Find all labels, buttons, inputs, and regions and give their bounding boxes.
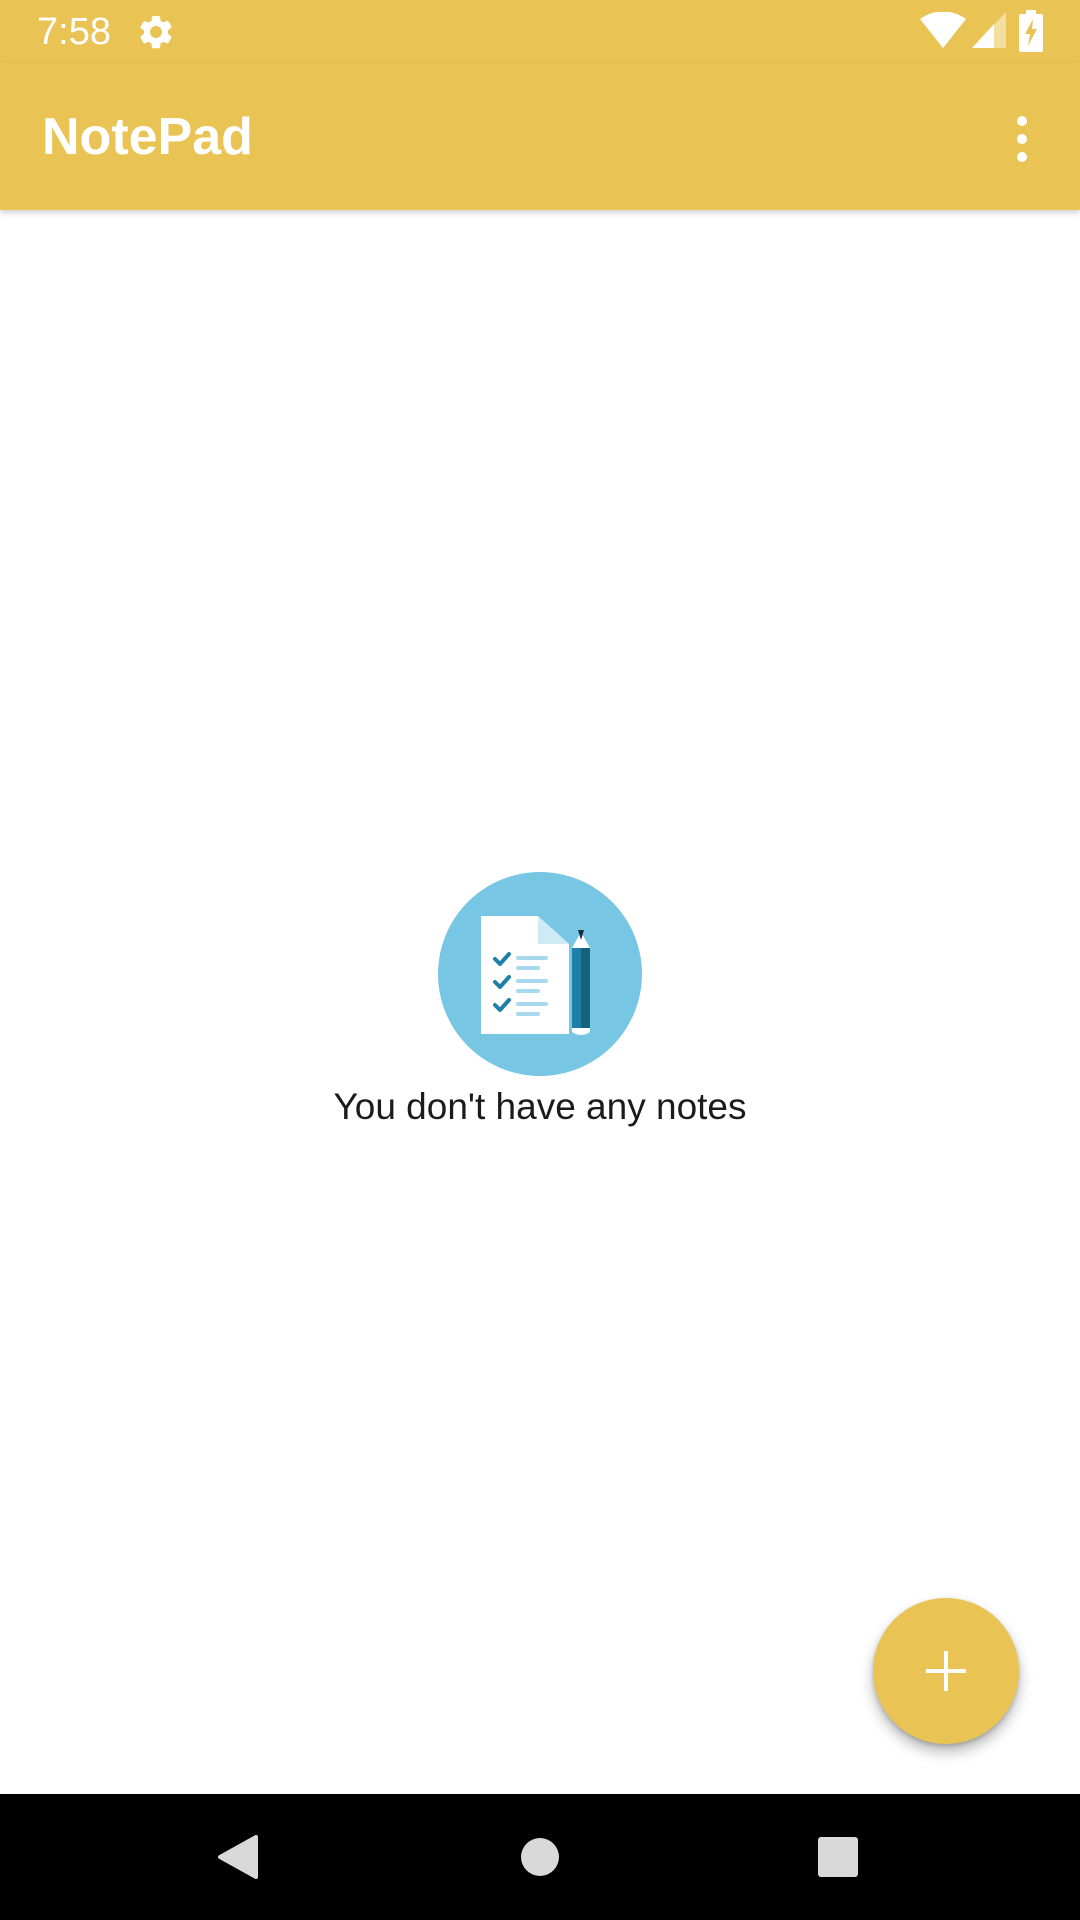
back-button[interactable] [178,1794,298,1920]
more-vert-icon-dot [1017,116,1027,126]
recents-button[interactable] [778,1794,898,1920]
plus-icon [926,1651,966,1691]
cell-signal-icon [972,12,1006,48]
navigation-bar [0,1794,1080,1920]
more-vert-icon-dot [1017,152,1027,162]
settings-icon [136,12,176,52]
home-icon [521,1838,559,1876]
recents-icon [818,1837,858,1877]
empty-state-message: You don't have any notes [333,1086,747,1127]
notes-checklist-pencil-icon [438,872,642,1076]
add-note-button[interactable] [873,1598,1019,1744]
home-button[interactable] [480,1794,600,1920]
more-vert-icon-dot [1017,134,1027,144]
battery-charging-icon [1018,10,1044,52]
status-time: 7:58 [37,11,111,53]
empty-state: You don't have any notes [0,872,1080,1130]
back-icon [218,1835,258,1879]
status-bar: 7:58 [0,0,1080,63]
notepad-main-screen: 7:58 NotePad You don't have any notes [0,0,1080,1920]
wifi-icon [920,11,966,48]
more-options-button[interactable] [996,103,1048,175]
app-bar: NotePad [0,63,1080,210]
app-title: NotePad [42,108,253,166]
